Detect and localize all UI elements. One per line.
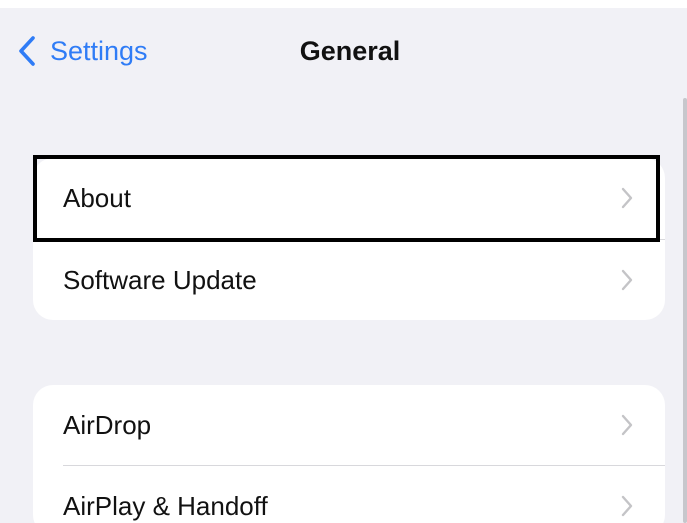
settings-group-connectivity: AirDrop AirPlay & Handoff xyxy=(33,385,665,523)
row-airdrop[interactable]: AirDrop xyxy=(33,385,665,465)
settings-screen: Settings General About Software Update A… xyxy=(0,8,687,523)
chevron-right-icon xyxy=(621,268,633,292)
row-label: Software Update xyxy=(63,265,257,295)
navigation-bar: Settings General xyxy=(0,8,687,96)
settings-group-device: About Software Update xyxy=(33,158,665,320)
row-about[interactable]: About xyxy=(33,158,665,238)
chevron-right-icon xyxy=(621,186,633,210)
row-label: About xyxy=(63,183,131,213)
row-airplay-handoff[interactable]: AirPlay & Handoff xyxy=(33,466,665,523)
chevron-right-icon xyxy=(621,494,633,518)
scroll-indicator[interactable] xyxy=(683,98,687,523)
row-label: AirDrop xyxy=(63,410,152,440)
chevron-right-icon xyxy=(621,413,633,437)
row-label: AirPlay & Handoff xyxy=(63,491,268,521)
row-software-update[interactable]: Software Update xyxy=(33,240,665,320)
page-title: General xyxy=(299,36,401,66)
